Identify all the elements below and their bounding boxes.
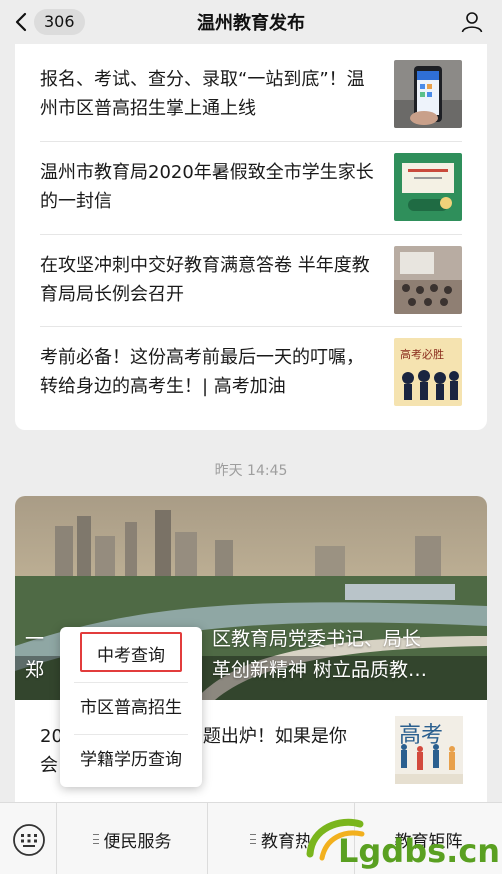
message-timestamp: 昨天 14:45: [214, 463, 288, 479]
article-item-1[interactable]: 报名、考试、查分、录取“一站到底”！温州市区普高招生掌上通上线: [40, 48, 462, 140]
article-title: 考前必备！这份高考前最后一天的叮嘱，转给身边的高考生！| 高考加油: [40, 347, 364, 397]
title-line1-left: 一: [25, 628, 45, 650]
title-line2-left: 会: [40, 755, 58, 776]
menu-lines-icon: [250, 834, 256, 844]
menu-tab-label: 便民服务: [103, 831, 172, 852]
article-title: 报名、考试、查分、录取“一站到底”！温州市区普高招生掌上通上线: [40, 69, 365, 119]
chevron-left-icon: [15, 12, 27, 32]
service-submenu: 中考查询 市区普高招生 学籍学历查询: [60, 627, 202, 787]
title-line1-right: 题出炉！如果是你: [202, 726, 347, 747]
page-title: 温州教育发布: [197, 13, 305, 34]
profile-icon[interactable]: [460, 10, 484, 34]
keyboard-icon[interactable]: [12, 823, 46, 857]
site-watermark-logo: Lgdbs.cn: [306, 818, 500, 870]
gaokao-thumbnail: 高考: [395, 716, 463, 784]
unread-count-badge: 306: [34, 9, 85, 35]
meeting-photo-thumbnail: [394, 246, 462, 314]
letter-illustration-thumbnail: [394, 153, 462, 221]
watermark-text: Lgdbs.cn: [338, 832, 500, 870]
article-list-card: 报名、考试、查分、录取“一站到底”！温州市区普高招生掌上通上线 温州市教育局20…: [15, 44, 487, 430]
title-line1-right: 区教育局党委书记、局长: [212, 628, 422, 650]
menu-item-student-record-query[interactable]: 学籍学历查询: [60, 735, 202, 785]
back-button[interactable]: 306: [14, 9, 85, 35]
title-line2-left: 郑: [25, 659, 45, 681]
article-item-2[interactable]: 温州市教育局2020年暑假致全市学生家长的一封信: [40, 141, 462, 233]
highlight-box: [80, 632, 182, 672]
top-nav-bar: 306 温州教育发布: [0, 0, 502, 44]
svg-text:高考必胜: 高考必胜: [400, 347, 444, 361]
exam-cartoon-thumbnail: 高考必胜: [394, 338, 462, 406]
menu-item-high-school-admission[interactable]: 市区普高招生: [60, 683, 202, 733]
menu-tab-convenience-services[interactable]: 便民服务: [57, 803, 207, 874]
title-line2-right: 革创新精神 树立品质教…: [212, 659, 428, 681]
article-title: 在攻坚冲刺中交好教育满意答卷 半年度教育局局长例会召开: [40, 255, 370, 305]
menu-lines-icon: [92, 834, 99, 844]
article-title: 温州市教育局2020年暑假致全市学生家长的一封信: [40, 162, 374, 212]
article-item-4[interactable]: 考前必备！这份高考前最后一天的叮嘱，转给身边的高考生！| 高考加油 高考必胜: [40, 326, 462, 418]
article-item-3[interactable]: 在攻坚冲刺中交好教育满意答卷 半年度教育局局长例会召开: [40, 234, 462, 326]
phone-app-thumbnail: [394, 60, 462, 128]
